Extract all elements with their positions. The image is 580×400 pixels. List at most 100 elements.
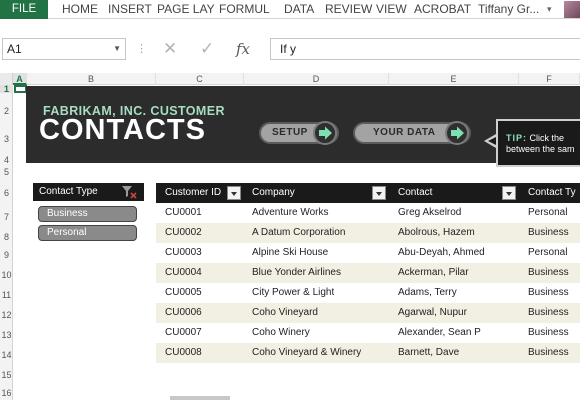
formula-bar: A1 ▼ ⋮ ✕ ✓ fx If y <box>0 36 580 64</box>
row-header-1[interactable]: 1 <box>0 85 13 94</box>
row-header-8[interactable]: 8 <box>0 232 13 242</box>
slicer-item-business[interactable]: Business <box>38 206 137 222</box>
cell-company[interactable]: Coho Vineyard <box>252 303 318 323</box>
table-row[interactable]: CU0008 Coho Vineyard & Winery Barnett, D… <box>156 343 580 363</box>
tab-insert[interactable]: INSERT <box>108 0 152 19</box>
cell-contact-type[interactable]: Business <box>528 263 569 283</box>
cell-contact[interactable]: Agarwal, Nupur <box>398 303 467 323</box>
table-row[interactable]: CU0006 Coho Vineyard Agarwal, Nupur Busi… <box>156 303 580 323</box>
tab-acrobat[interactable]: ACROBAT <box>414 0 471 19</box>
filter-dropdown-customer-id-icon[interactable] <box>227 186 241 200</box>
row-header-13[interactable]: 13 <box>0 330 13 340</box>
cell-contact[interactable]: Ackerman, Pilar <box>398 263 469 283</box>
name-box[interactable]: A1 ▼ <box>2 38 126 60</box>
row-header-16[interactable]: 16 <box>0 388 13 398</box>
tip-text-line2: between the sam <box>506 144 575 154</box>
table-row[interactable]: CU0007 Coho Winery Alexander, Sean P Bus… <box>156 323 580 343</box>
column-header-d[interactable]: D <box>244 73 389 85</box>
filter-dropdown-company-icon[interactable] <box>372 186 386 200</box>
cell-company[interactable]: A Datum Corporation <box>252 223 345 243</box>
column-header-e[interactable]: E <box>389 73 519 85</box>
tab-review[interactable]: REVIEW <box>325 0 372 19</box>
slicer-item-personal[interactable]: Personal <box>38 225 137 241</box>
slicer-title: Contact Type <box>39 186 98 197</box>
name-box-dropdown-icon[interactable]: ▼ <box>113 39 121 59</box>
column-header-b[interactable]: B <box>27 73 156 85</box>
row-header-10[interactable]: 10 <box>0 270 13 280</box>
your-data-button[interactable]: YOUR DATA <box>353 121 471 145</box>
row-header-7[interactable]: 7 <box>0 212 13 222</box>
cell-contact-type[interactable]: Business <box>528 323 569 343</box>
table-row[interactable]: CU0004 Blue Yonder Airlines Ackerman, Pi… <box>156 263 580 283</box>
row-header-2[interactable]: 2 <box>0 106 13 116</box>
tab-data[interactable]: DATA <box>284 0 314 19</box>
cell-contact-type[interactable]: Business <box>528 303 569 323</box>
tab-home[interactable]: HOME <box>62 0 98 19</box>
table-row[interactable]: CU0005 City Power & Light Adams, Terry B… <box>156 283 580 303</box>
cell-contact[interactable]: Abu-Deyah, Ahmed <box>398 243 485 263</box>
table-row[interactable]: CU0001 Adventure Works Greg Akselrod Per… <box>156 203 580 223</box>
table-row[interactable]: CU0003 Alpine Ski House Abu-Deyah, Ahmed… <box>156 243 580 263</box>
tab-formulas[interactable]: FORMUL <box>219 0 270 19</box>
cell-company[interactable]: Coho Vineyard & Winery <box>252 343 361 363</box>
cell-company[interactable]: City Power & Light <box>252 283 334 303</box>
clear-filter-icon[interactable] <box>121 185 137 199</box>
user-name[interactable]: Tiffany Gr... <box>478 0 539 19</box>
page-title: CONTACTS <box>39 114 206 146</box>
cell-contact[interactable]: Abolrous, Hazem <box>398 223 475 243</box>
horizontal-scrollbar[interactable] <box>170 396 230 400</box>
cell-customer-id[interactable]: CU0007 <box>165 323 202 343</box>
column-header-f[interactable]: F <box>519 73 580 85</box>
cell-company[interactable]: Alpine Ski House <box>252 243 328 263</box>
cell-customer-id[interactable]: CU0005 <box>165 283 202 303</box>
cell-contact[interactable]: Adams, Terry <box>398 283 457 303</box>
formula-bar-grip-icon[interactable]: ⋮ <box>136 42 147 55</box>
row-header-5[interactable]: 5 <box>0 167 13 177</box>
cell-company[interactable]: Blue Yonder Airlines <box>252 263 341 283</box>
column-header-c[interactable]: C <box>156 73 244 85</box>
cell-customer-id[interactable]: CU0003 <box>165 243 202 263</box>
avatar[interactable] <box>564 1 580 18</box>
row-header-6[interactable]: 6 <box>0 188 13 198</box>
setup-arrow-icon <box>313 121 337 145</box>
cell-customer-id[interactable]: CU0008 <box>165 343 202 363</box>
tab-view[interactable]: VIEW <box>376 0 407 19</box>
column-header-a[interactable]: A <box>13 73 27 85</box>
header-customer-id: Customer ID <box>165 187 222 198</box>
cell-contact-type[interactable]: Business <box>528 343 569 363</box>
row-header-9[interactable]: 9 <box>0 250 13 260</box>
cell-company[interactable]: Coho Winery <box>252 323 310 343</box>
user-dropdown-icon[interactable]: ▾ <box>547 0 552 19</box>
formula-input[interactable]: If y <box>270 38 580 60</box>
file-tab[interactable]: FILE <box>0 0 48 19</box>
setup-button[interactable]: SETUP <box>259 121 339 145</box>
cell-contact[interactable]: Greg Akselrod <box>398 203 461 223</box>
insert-function-icon[interactable]: fx <box>236 38 250 60</box>
cell-contact-type[interactable]: Business <box>528 283 569 303</box>
row-header-11[interactable]: 11 <box>0 290 13 300</box>
cell-company[interactable]: Adventure Works <box>252 203 329 223</box>
filter-dropdown-contact-icon[interactable] <box>502 186 516 200</box>
cell-contact-type[interactable]: Personal <box>528 203 567 223</box>
row-header-14[interactable]: 14 <box>0 350 13 360</box>
enter-icon[interactable]: ✓ <box>200 38 214 60</box>
cell-contact-type[interactable]: Personal <box>528 243 567 263</box>
cell-contact[interactable]: Barnett, Dave <box>398 343 459 363</box>
cell-customer-id[interactable]: CU0001 <box>165 203 202 223</box>
cell-customer-id[interactable]: CU0006 <box>165 303 202 323</box>
header-contact: Contact <box>398 187 433 198</box>
row-header-12[interactable]: 12 <box>0 310 13 320</box>
cancel-icon[interactable]: ✕ <box>163 38 177 60</box>
table-header: Customer ID Company Contact Contact Ty <box>156 183 580 203</box>
cell-customer-id[interactable]: CU0002 <box>165 223 202 243</box>
tab-page-layout[interactable]: PAGE LAY <box>157 0 215 19</box>
row-header-4[interactable]: 4 <box>0 155 13 165</box>
column-headers: A B C D E F <box>0 73 580 85</box>
table-row[interactable]: CU0002 A Datum Corporation Abolrous, Haz… <box>156 223 580 243</box>
cell-contact[interactable]: Alexander, Sean P <box>398 323 481 343</box>
cell-customer-id[interactable]: CU0004 <box>165 263 202 283</box>
cell-contact-type[interactable]: Business <box>528 223 569 243</box>
tip-label: TIP: <box>506 133 527 143</box>
row-header-15[interactable]: 15 <box>0 370 13 380</box>
row-header-3[interactable]: 3 <box>0 134 13 144</box>
